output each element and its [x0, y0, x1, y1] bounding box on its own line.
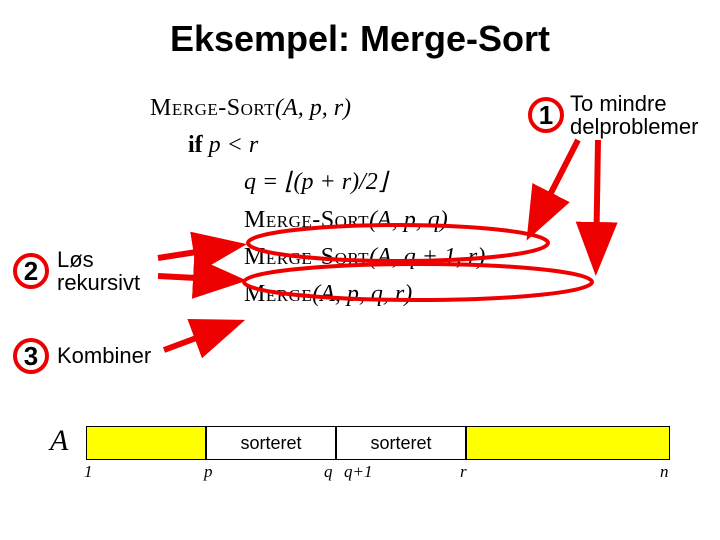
array-seg-left	[86, 426, 206, 460]
step-2-badge: 2	[13, 253, 49, 289]
pseudo-line-2: if p < r	[150, 127, 485, 164]
step-3-text: Kombiner	[57, 344, 151, 367]
step-3: 3 Kombiner	[13, 338, 151, 374]
step-2: 2 Løs rekursivt	[13, 248, 140, 294]
idx-p: p	[204, 462, 213, 482]
array-seg-right	[466, 426, 670, 460]
step-3-badge: 3	[13, 338, 49, 374]
pseudo-line-5: Merge-Sort(A, q + 1, r)	[150, 239, 485, 276]
idx-q1: q+1	[344, 462, 372, 482]
idx-n: n	[660, 462, 669, 482]
array-indices: 1 p q q+1 r n	[86, 462, 670, 482]
pseudocode-block: Merge-Sort(A, p, r) if p < r q = ⌊(p + r…	[150, 90, 485, 313]
step-2-text: Løs rekursivt	[57, 248, 140, 294]
array-seg-sorted-1: sorteret	[206, 426, 336, 460]
step-1-text: To mindre delproblemer	[570, 92, 698, 138]
array-label: A	[50, 424, 68, 458]
idx-q: q	[324, 462, 333, 482]
pseudo-line-3: q = ⌊(p + r)/2⌋	[150, 164, 485, 201]
array-bar: sorteret sorteret	[86, 426, 670, 460]
pseudo-line-6: Merge(A, p, q, r)	[150, 276, 485, 313]
page-title: Eksempel: Merge-Sort	[0, 18, 720, 60]
pseudo-line-4: Merge-Sort(A, p, q)	[150, 202, 485, 239]
pseudo-line-1: Merge-Sort(A, p, r)	[150, 90, 485, 127]
idx-1: 1	[84, 462, 93, 482]
func-args: (A, p, r)	[275, 95, 351, 121]
step-1-badge: 1	[528, 97, 564, 133]
slide: Eksempel: Merge-Sort Merge-Sort(A, p, r)…	[0, 0, 720, 540]
idx-r: r	[460, 462, 467, 482]
step-1: 1 To mindre delproblemer	[528, 92, 698, 138]
func-name: Merge-Sort	[150, 95, 275, 121]
array-seg-sorted-2: sorteret	[336, 426, 466, 460]
